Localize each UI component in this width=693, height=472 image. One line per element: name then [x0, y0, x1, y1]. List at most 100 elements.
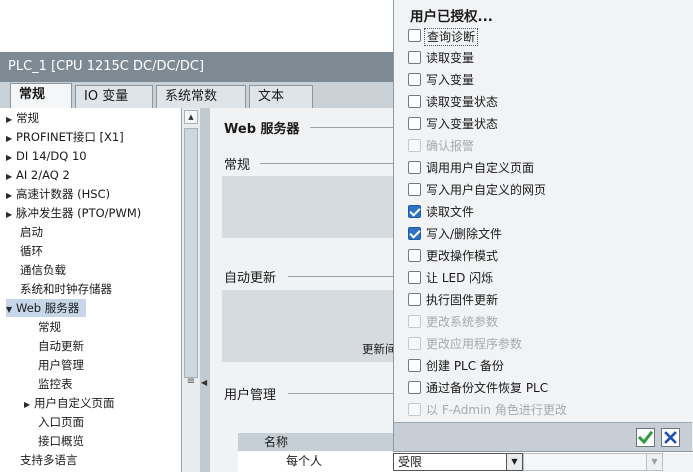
- permission-create-backup[interactable]: 创建 PLC 备份: [408, 356, 684, 376]
- permission-write-tag-status[interactable]: 写入变量状态: [408, 114, 684, 134]
- checkbox[interactable]: [408, 205, 421, 218]
- permission-query-diagnostics[interactable]: 查询诊断: [408, 26, 684, 46]
- permission-label: 调用用户自定义页面: [426, 161, 535, 175]
- popup-footer: [394, 422, 692, 451]
- tree-item-di-dq[interactable]: ▶ DI 14/DQ 10: [6, 147, 87, 165]
- permission-label: 写入变量状态: [426, 117, 499, 131]
- checkbox[interactable]: [408, 249, 421, 262]
- permission-read-tags[interactable]: 读取变量: [408, 48, 684, 68]
- permission-read-files[interactable]: 读取文件: [408, 202, 684, 222]
- tree-item-label: 用户管理: [38, 358, 84, 372]
- scroll-up-icon[interactable]: ▲: [184, 110, 198, 124]
- user-management-heading: 用户管理: [224, 388, 277, 403]
- tree-item-web-user-management[interactable]: 用户管理: [38, 356, 84, 374]
- chevron-down-icon: ▼: [646, 454, 662, 470]
- permission-write-user-pages[interactable]: 写入用户自定义的网页: [408, 180, 684, 200]
- expand-arrow-icon[interactable]: ▶: [6, 130, 16, 148]
- checkbox[interactable]: [408, 51, 421, 64]
- tree-item-web-auto-update[interactable]: 自动更新: [38, 337, 84, 355]
- access-level-dropdown[interactable]: 受限 ▼: [393, 453, 523, 471]
- tab-system-constants[interactable]: 系统常数: [156, 85, 246, 108]
- tab-texts-label: 文本: [258, 89, 285, 104]
- tree-item-label: 支持多语言: [20, 453, 78, 467]
- permission-write-delete-files[interactable]: 写入/删除文件: [408, 224, 684, 244]
- tree-item-multilanguage[interactable]: 支持多语言: [20, 451, 78, 469]
- tree-item-web-general[interactable]: 常规: [38, 318, 61, 336]
- chevron-down-icon[interactable]: ▼: [506, 454, 522, 470]
- navigation-tree: ▶ 常规 ▶ PROFINET接口 [X1] ▶ DI 14/DQ 10 ▶ AI 2/…: [0, 108, 182, 472]
- cancel-button[interactable]: [661, 428, 680, 447]
- scroll-thumb[interactable]: [184, 128, 198, 378]
- table-row[interactable]: 每个人: [238, 451, 400, 472]
- tree-item-label: 系统和时钟存储器: [20, 282, 112, 296]
- checkbox[interactable]: [408, 271, 421, 284]
- checkbox[interactable]: [408, 293, 421, 306]
- tree-item-web-server[interactable]: ▼ Web 服务器: [6, 299, 86, 317]
- expand-arrow-icon[interactable]: ▶: [6, 206, 16, 224]
- permission-change-app-params: 更改应用程序参数: [408, 334, 684, 354]
- permission-label: 写入变量: [426, 73, 475, 87]
- checkbox[interactable]: [408, 95, 421, 108]
- tree-item-startup[interactable]: 启动: [20, 223, 43, 241]
- tree-item-label: 常规: [16, 111, 39, 125]
- tree-item-general[interactable]: ▶ 常规: [6, 109, 39, 127]
- checkbox[interactable]: [408, 359, 421, 372]
- permission-label: 以 F-Admin 角色进行更改: [426, 403, 567, 417]
- tree-item-web-interface-overview[interactable]: 接口概览: [38, 432, 84, 450]
- tree-item-label: 常规: [38, 320, 61, 334]
- tab-io-tags[interactable]: IO 变量: [75, 85, 153, 108]
- user-management-divider: [288, 393, 400, 394]
- tree-item-hsc[interactable]: ▶ 高速计数器 (HSC): [6, 185, 110, 203]
- tree-item-web-watch-tables[interactable]: 监控表: [38, 375, 73, 393]
- general-panel: [222, 176, 400, 238]
- tree-scrollbar[interactable]: ▲ ≡: [182, 108, 200, 472]
- permission-label: 让 LED 闪烁: [426, 271, 494, 285]
- permission-restore-backup[interactable]: 通过备份文件恢复 PLC: [408, 378, 684, 398]
- expand-arrow-icon[interactable]: ▶: [6, 168, 16, 186]
- expand-arrow-icon[interactable]: ▶: [6, 149, 16, 167]
- checkbox[interactable]: [408, 381, 421, 394]
- tab-texts[interactable]: 文本: [249, 85, 313, 108]
- tree-item-label: 循环: [20, 244, 43, 258]
- tree-item-cycle[interactable]: 循环: [20, 242, 43, 260]
- footer-filler: [663, 453, 693, 472]
- checkbox[interactable]: [408, 117, 421, 130]
- checkbox[interactable]: [408, 183, 421, 196]
- tree-item-label: 通信负载: [20, 263, 66, 277]
- collapse-arrow-icon[interactable]: ▼: [6, 301, 16, 319]
- permission-read-tag-status[interactable]: 读取变量状态: [408, 92, 684, 112]
- permission-flash-led[interactable]: 让 LED 闪烁: [408, 268, 684, 288]
- grip-icon[interactable]: ≡: [186, 376, 196, 387]
- tree-item-profinet[interactable]: ▶ PROFINET接口 [X1]: [6, 128, 124, 146]
- checkbox[interactable]: [408, 73, 421, 86]
- pane-splitter[interactable]: ◀: [200, 108, 210, 472]
- confirm-button[interactable]: [636, 428, 655, 447]
- tab-general[interactable]: 常规: [10, 83, 72, 108]
- permission-open-user-pages[interactable]: 调用用户自定义页面: [408, 158, 684, 178]
- checkbox[interactable]: [408, 29, 421, 42]
- checkbox[interactable]: [408, 227, 421, 240]
- permission-label: 查询诊断: [424, 28, 479, 46]
- tree-item-label: DI 14/DQ 10: [16, 149, 87, 163]
- tree-item-ai-aq[interactable]: ▶ AI 2/AQ 2: [6, 166, 70, 184]
- permission-firmware-update[interactable]: 执行固件更新: [408, 290, 684, 310]
- checkbox[interactable]: [408, 161, 421, 174]
- permission-change-operating-mode[interactable]: 更改操作模式: [408, 246, 684, 266]
- tree-item-system-clock-memory[interactable]: 系统和时钟存储器: [20, 280, 112, 298]
- permission-label: 读取变量: [426, 51, 475, 65]
- inspector-window: PLC_1 [CPU 1215C DC/DC/DC] 常规 IO 变量 系统常数…: [0, 52, 400, 472]
- expand-arrow-icon[interactable]: ▶: [24, 396, 34, 414]
- tree-item-web-user-pages[interactable]: ▶ 用户自定义页面: [24, 394, 115, 412]
- collapse-left-icon[interactable]: ◀: [201, 378, 207, 387]
- content-pane: Web 服务器 常规 自动更新 更新间 用户管理 名称 每个人: [210, 108, 400, 472]
- tree-item-pto-pwm[interactable]: ▶ 脉冲发生器 (PTO/PWM): [6, 204, 141, 222]
- permission-f-admin-changes: 以 F-Admin 角色进行更改: [408, 400, 684, 420]
- popup-title: 用户已授权...: [410, 9, 493, 25]
- tree-item-comm-load[interactable]: 通信负载: [20, 261, 66, 279]
- tree-item-web-entry-page[interactable]: 入口页面: [38, 413, 84, 431]
- expand-arrow-icon[interactable]: ▶: [6, 111, 16, 129]
- auto-update-heading: 自动更新: [224, 271, 277, 286]
- permission-write-tags[interactable]: 写入变量: [408, 70, 684, 90]
- expand-arrow-icon[interactable]: ▶: [6, 187, 16, 205]
- section-title: Web 服务器: [224, 122, 300, 137]
